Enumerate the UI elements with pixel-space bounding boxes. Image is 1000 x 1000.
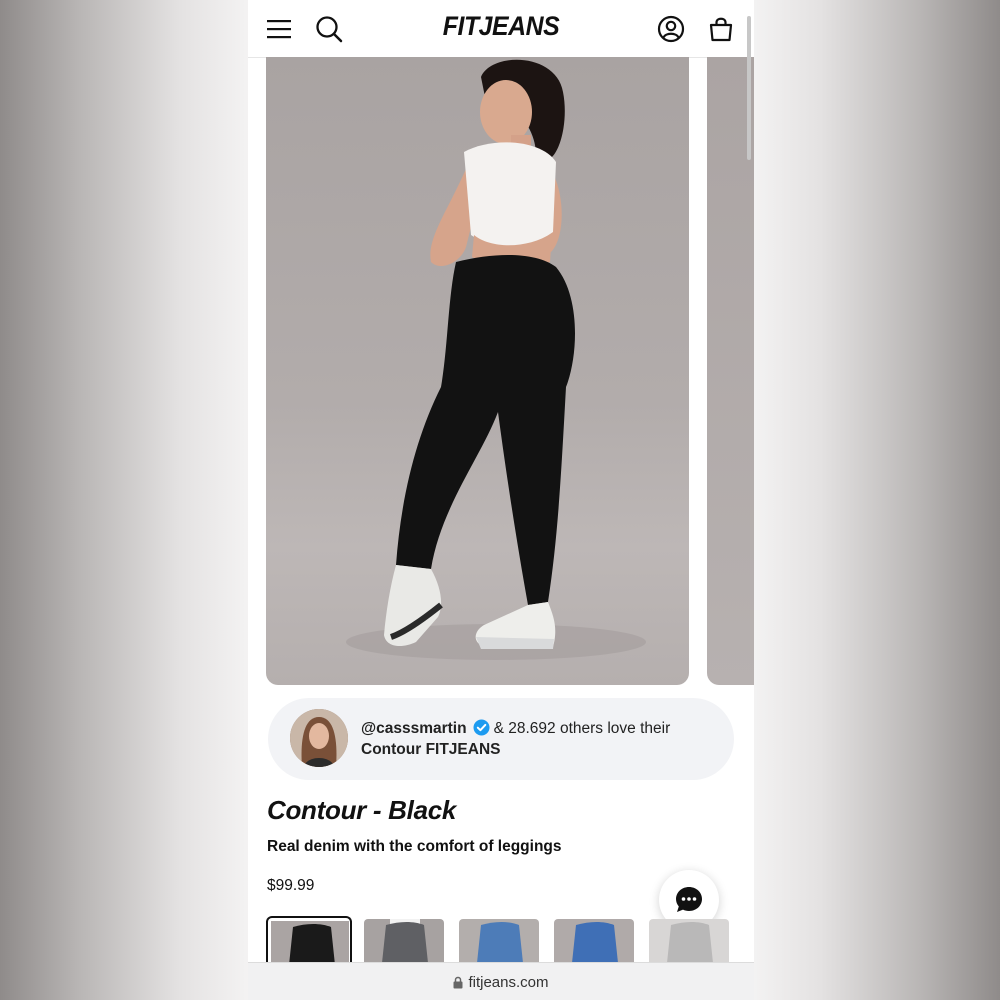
browser-address-bar[interactable]: fitjeans.com [248,962,754,1000]
swatch-grey[interactable] [364,919,444,963]
swatch-light-grey[interactable] [649,919,729,963]
account-icon [657,15,685,43]
url-text: fitjeans.com [468,973,549,991]
product-subtitle: Real denim with the comfort of leggings [267,838,562,855]
swatch-black[interactable] [266,916,352,964]
social-proof-banner: @casssmartin & 28.692 others love their C… [268,698,734,780]
verified-badge-icon [473,719,490,736]
lock-icon [453,976,463,988]
swatch-bright-blue[interactable] [554,919,634,963]
model-photo [346,59,646,660]
influencer-handle[interactable]: @casssmartin [361,720,467,737]
cart-icon [709,17,733,42]
product-line-text: Contour FITJEANS [361,741,501,758]
product-image-carousel[interactable] [248,57,754,687]
color-swatches [266,916,754,964]
account-button[interactable] [652,10,690,48]
site-header: FITJEANS [248,0,754,58]
mobile-viewport: FITJEANS @casssmartin & 28.692 others lo… [248,0,754,1000]
scrollbar[interactable] [747,16,751,160]
social-proof-text: @casssmartin & 28.692 others love their C… [361,718,721,760]
product-image[interactable] [266,57,689,685]
chat-icon [676,887,702,912]
cart-button[interactable] [702,10,740,48]
product-title: Contour - Black [267,795,457,825]
avatar [290,709,348,767]
others-love-text: & 28.692 others love their [493,720,671,737]
swatch-mid-blue[interactable] [459,919,539,963]
product-price: $99.99 [267,877,315,894]
